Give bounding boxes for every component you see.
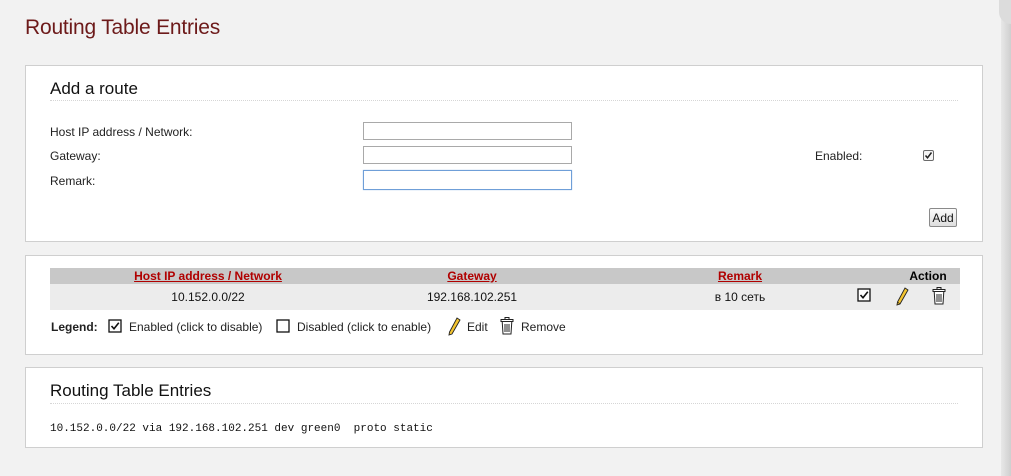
checkbox-empty-icon [276,319,290,333]
enabled-checkbox[interactable] [923,150,934,161]
remark-input[interactable] [363,170,572,190]
gateway-input[interactable] [363,146,572,164]
checkbox-checked-icon [108,319,122,333]
heading-divider [50,100,958,101]
legend-enabled-text: Enabled (click to disable) [129,320,263,334]
legend-label: Legend: [51,320,98,334]
pencil-icon[interactable] [895,287,909,306]
legend-edit-text: Edit [467,320,488,334]
column-header-action: Action [909,269,947,283]
page-edge-shadow [1001,0,1011,476]
table-header: Host IP address / Network Gateway Remark… [50,268,960,284]
route-gateway: 192.168.102.251 [426,290,518,304]
pencil-icon [448,317,461,336]
add-button[interactable]: Add [929,208,957,227]
table-row: 10.152.0.0/22 192.168.102.251 в 10 сеть [50,284,960,310]
routes-table-panel: Host IP address / Network Gateway Remark… [25,255,983,355]
add-route-panel: Add a route Host IP address / Network: G… [25,65,983,242]
column-header-gateway[interactable]: Gateway [372,269,572,283]
trash-icon[interactable] [932,287,946,305]
routing-entry-line: 10.152.0.0/22 via 192.168.102.251 dev gr… [50,423,433,435]
routing-entries-panel: Routing Table Entries 10.152.0.0/22 via … [25,367,983,448]
checkmark-icon [924,152,933,159]
routing-entries-heading: Routing Table Entries [50,381,212,400]
checkbox-checked-icon[interactable] [857,288,871,302]
add-route-heading: Add a route [50,79,138,98]
route-remark: в 10 сеть [714,290,766,304]
page-title: Routing Table Entries [25,16,221,39]
gateway-label: Gateway: [50,149,101,163]
legend-disabled-text: Disabled (click to enable) [297,320,432,334]
legend-remove-text: Remove [521,320,566,334]
remark-label: Remark: [50,174,96,188]
route-host: 10.152.0.0/22 [171,290,245,304]
column-header-host[interactable]: Host IP address / Network [110,269,306,283]
enabled-label: Enabled: [815,149,863,163]
heading-divider [50,403,958,404]
legend: Legend: Enabled (click to disable) Disab… [51,317,651,336]
host-input[interactable] [363,122,572,140]
column-header-remark[interactable]: Remark [660,269,820,283]
host-label: Host IP address / Network: [50,125,193,139]
trash-icon [500,317,514,335]
